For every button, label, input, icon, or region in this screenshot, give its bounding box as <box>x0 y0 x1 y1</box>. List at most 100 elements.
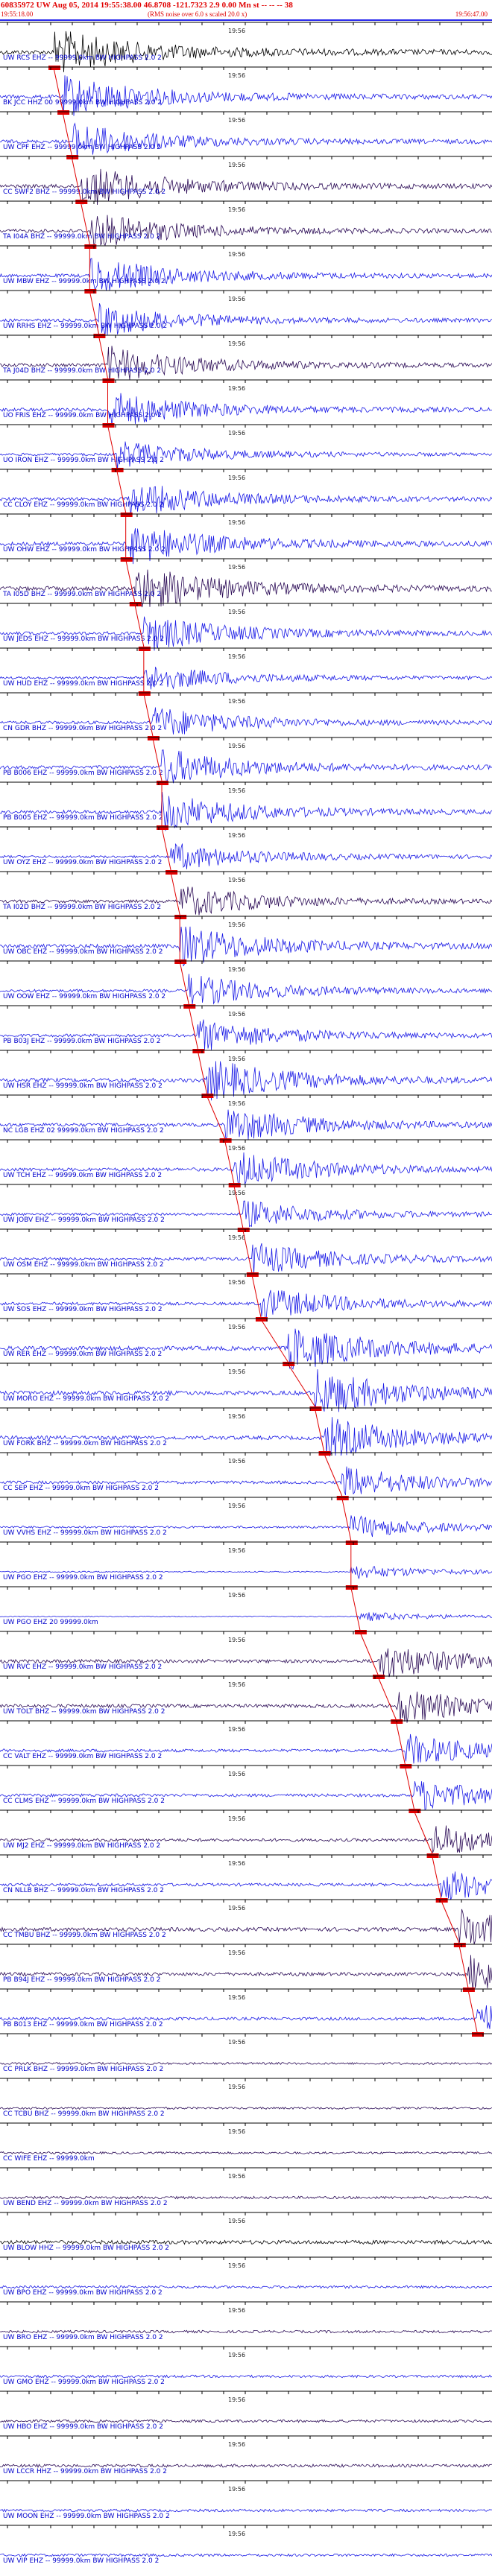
tick-label: 19:56 <box>228 28 245 34</box>
station-label: CC CLOY EHZ -- 99999.0km BW HIGHPASS 2.0… <box>3 501 163 509</box>
station-label: CC WIFE EHZ -- 99999.0km <box>3 2155 95 2163</box>
tick-label: 19:56 <box>228 1145 245 1152</box>
station-label: CC VALT EHZ -- 99999.0km BW HIGHPASS 2.0… <box>3 1753 162 1760</box>
trace-row: 19:56 TA I04A BHZ -- 99999.0km BW HIGHPAS… <box>0 200 492 249</box>
trace-row: 19:56 UW PGO EHZ 20 99999.0km <box>0 1586 492 1634</box>
pick-marker <box>57 110 70 115</box>
pick-marker <box>102 378 115 383</box>
tick-label: 19:56 <box>228 2396 245 2403</box>
trace-row: 19:56 UW BRO EHZ -- 99999.0km BW HIGHPASS… <box>0 2301 492 2341</box>
trace-row: 19:56 UW MJ2 EHZ -- 99999.0km BW HIGHPASS… <box>0 1809 492 1858</box>
trace-row: 19:56 TA I05D BHZ -- 99999.0km BW HIGHPAS… <box>0 558 492 608</box>
pick-moveout-line <box>467 1989 478 2033</box>
waveform-trace <box>0 2464 492 2469</box>
pick-marker <box>129 602 142 606</box>
tick-label: 19:56 <box>228 1324 245 1330</box>
tick-label: 19:56 <box>228 206 245 213</box>
trace-row: 19:56 UW BLOW HHZ -- 99999.0km BW HIGHPAS… <box>0 2212 492 2252</box>
pick-marker <box>93 334 106 338</box>
station-label: UW MORO EHZ -- 99999.0km BW HIGHPASS 2.0… <box>3 1395 169 1403</box>
station-label: UW BPO EHZ -- 99999.0km BW HIGHPASS 2.0 … <box>3 2289 163 2297</box>
pick-marker <box>246 1272 259 1277</box>
seismogram-plot: 19:56 UW RCS EHZ -- 99999.0km BW HIGHPASS… <box>0 22 492 2565</box>
tick-label: 19:56 <box>228 430 245 437</box>
tick-label: 19:56 <box>228 1547 245 1554</box>
pick-marker <box>84 244 97 249</box>
station-label: UW PGO EHZ -- 99999.0km BW HIGHPASS 2.0 … <box>3 1574 163 1582</box>
station-label: UW TOLT BHZ -- 99999.0km BW HIGHPASS 2.0… <box>3 1708 165 1716</box>
trace-row: 19:56 UW VVHS EHZ -- 99999.0km BW HIGHPAS… <box>0 1497 492 1545</box>
tick-label: 19:56 <box>228 1815 245 1822</box>
station-label: UW BLOW HHZ -- 99999.0km BW HIGHPASS 2.0… <box>3 2245 169 2252</box>
pick-marker <box>472 2032 484 2037</box>
station-label: UW RRHS EHZ -- 99999.0km BW HIGHPASS 2.0… <box>3 323 167 330</box>
pick-moveout-line <box>324 1453 343 1497</box>
pick-moveout-line <box>188 1006 198 1050</box>
pick-marker <box>345 1541 358 1545</box>
tick-label: 19:56 <box>228 832 245 839</box>
tick-label: 19:56 <box>228 1190 245 1196</box>
station-label: UW OBC EHZ -- 99999.0km BW HIGHPASS 2.0 … <box>3 948 163 956</box>
waveform-trace <box>0 926 492 967</box>
station-label: CC SWF2 BHZ -- 99999.0km BW HIGHPASS 2.0… <box>3 188 165 196</box>
pick-marker <box>165 870 178 875</box>
pick-moveout-line <box>242 1229 253 1273</box>
pick-marker <box>48 66 60 70</box>
waveform-trace <box>0 393 492 425</box>
station-label: UW HUD EHZ -- 99999.0km BW HIGHPASS 2.0 … <box>3 680 163 688</box>
trace-row: 19:56 CN GDR BHZ -- 99999.0km BW HIGHPASS… <box>0 692 492 740</box>
tick-label: 19:56 <box>228 1279 245 1286</box>
tick-label: 19:56 <box>228 743 245 749</box>
pick-moveout-line <box>170 872 180 916</box>
tick-label: 19:56 <box>228 72 245 79</box>
waveform-trace <box>0 2239 492 2245</box>
trace-row: 19:56 UW RER EHZ -- 99999.0km BW HIGHPASS… <box>0 1318 492 1370</box>
pick-marker <box>102 423 115 428</box>
waveform-trace <box>0 2374 492 2379</box>
station-label: CC PRLK BHZ -- 99999.0km BW HIGHPASS 2.0… <box>3 2066 163 2073</box>
station-label: PB B03J EHZ -- 99999.0km BW HIGHPASS 2.0… <box>3 1038 160 1045</box>
pick-marker <box>120 513 133 517</box>
waveform-trace <box>0 1871 492 1900</box>
pick-moveout-line <box>314 1408 325 1452</box>
trace-row: 19:56 UW LCCR HHZ -- 99999.0km BW HIGHPAS… <box>0 2435 492 2475</box>
pick-marker <box>157 781 169 785</box>
pick-marker <box>138 647 151 651</box>
pick-marker <box>309 1406 322 1411</box>
waveform-trace <box>0 1369 492 1412</box>
tick-label: 19:56 <box>228 2084 245 2090</box>
waveform-trace <box>0 1019 492 1050</box>
trace-row: 19:56 UW TCH EHZ -- 99999.0km BW HIGHPASS… <box>0 1139 492 1187</box>
tick-label: 19:56 <box>228 1994 245 2001</box>
station-label: UW JOBV EHZ -- 99999.0km BW HIGHPASS 2.0… <box>3 1216 165 1224</box>
pick-marker <box>400 1764 412 1768</box>
station-label: UW TCH EHZ -- 99999.0km BW HIGHPASS 2.0 … <box>3 1172 162 1179</box>
trace-row: 19:56 TA I02D BHZ -- 99999.0km BW HIGHPAS… <box>0 871 492 919</box>
tick-label: 19:56 <box>228 1950 245 1956</box>
station-label: PB B013 EHZ -- 99999.0km BW HIGHPASS 2.0… <box>3 2021 163 2028</box>
station-label: PB B006 EHZ -- 99999.0km BW HIGHPASS 2.0… <box>3 770 163 777</box>
station-label: UW LCCR HHZ -- 99999.0km BW HIGHPASS 2.0… <box>3 2468 167 2475</box>
tick-label: 19:56 <box>228 1234 245 1241</box>
trace-row: 19:56 PB B013 EHZ -- 99999.0km BW HIGHPAS… <box>0 1988 492 2037</box>
pick-moveout-line <box>413 1810 433 1854</box>
trace-row: 19:56 UW OYZ EHZ -- 99999.0km BW HIGHPASS… <box>0 826 492 875</box>
tick-label: 19:56 <box>228 2173 245 2180</box>
waveform-trace <box>0 2151 492 2155</box>
pick-marker <box>120 557 133 562</box>
pick-moveout-line <box>458 1944 469 1988</box>
waveform-trace <box>0 1781 492 1810</box>
tick-label: 19:56 <box>228 1681 245 1688</box>
trace-row: 19:56 CC VALT EHZ -- 99999.0km BW HIGHPAS… <box>0 1720 492 1768</box>
pick-moveout-line <box>341 1497 352 1541</box>
tick-label: 19:56 <box>228 609 245 615</box>
tick-label: 19:56 <box>228 475 245 481</box>
waveform-trace <box>0 1243 492 1275</box>
pick-marker <box>157 825 169 830</box>
tick-label: 19:56 <box>228 921 245 928</box>
station-label: PB B005 EHZ -- 99999.0km BW HIGHPASS 2.0… <box>3 814 163 822</box>
station-label: UW OYZ EHZ -- 99999.0km BW HIGHPASS 2.0 … <box>3 859 162 866</box>
station-label: UW FORK BHZ -- 99999.0km BW HIGHPASS 2.0… <box>3 1440 167 1447</box>
pick-marker <box>192 1049 205 1053</box>
waveform-trace <box>0 215 492 247</box>
